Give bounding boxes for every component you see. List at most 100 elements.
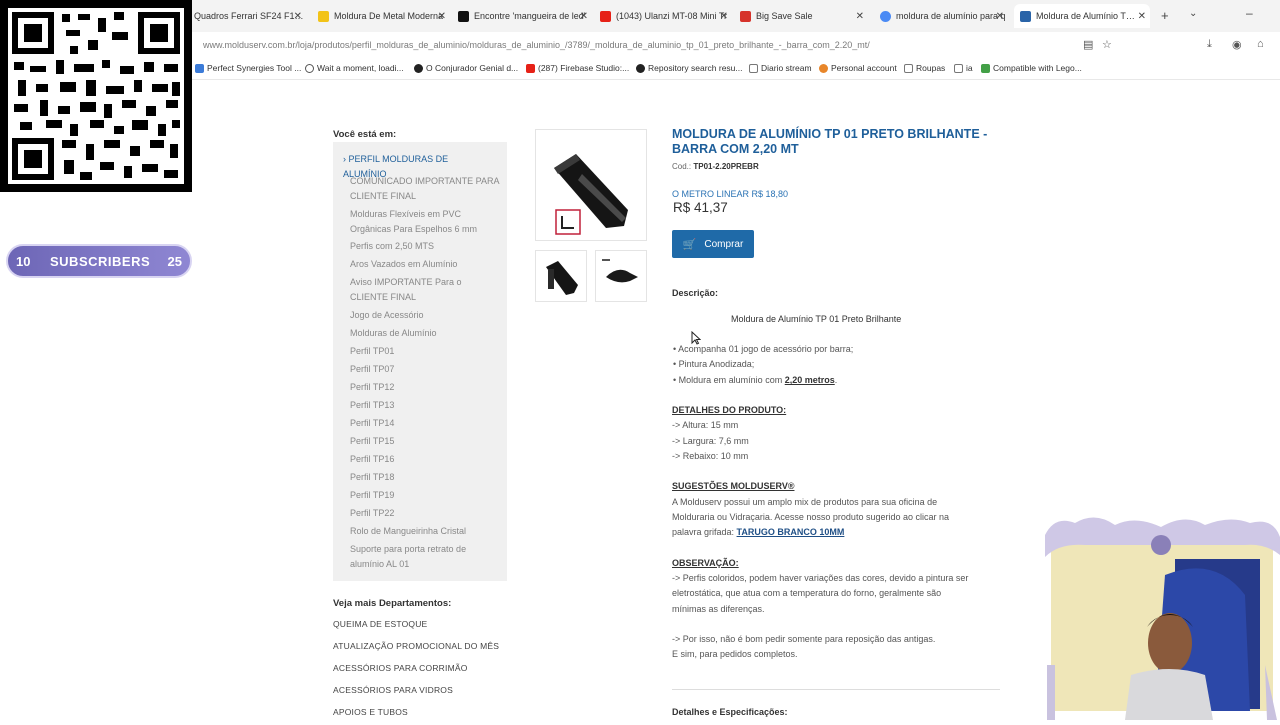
category-item[interactable]: Suporte para porta retrato de alumínio A… [350, 542, 500, 571]
category-item[interactable]: Perfil TP12 [350, 380, 500, 395]
category-item[interactable]: Perfil TP13 [350, 398, 500, 413]
suggestions-header: SUGESTÕES MOLDUSERV® [672, 481, 795, 491]
buy-button-label: Comprar [704, 238, 744, 250]
close-icon[interactable]: ✕ [438, 11, 446, 22]
bookmarks-bar: Perfect Synergies Tool ... Wait a moment… [0, 58, 1280, 80]
category-item[interactable]: Perfil TP14 [350, 416, 500, 431]
category-item[interactable]: Molduras de Alumínio [350, 326, 500, 341]
bookmark-label: Diario stream [761, 63, 812, 73]
browser-tab[interactable]: (1043) Ulanzi MT-08 Mini Tr ✕ [600, 4, 732, 28]
folder-icon [749, 63, 758, 73]
observation-text: -> Perfis coloridos, podem haver variaçõ… [672, 573, 969, 583]
detail-line: -> Largura: 7,6 mm [672, 436, 749, 446]
bookmark-item[interactable]: Personal account [819, 63, 897, 73]
folder-icon [904, 63, 913, 73]
description-label: Descrição: [672, 288, 719, 298]
category-item[interactable]: Molduras Flexíveis em PVC Orgânicas Para… [350, 207, 500, 236]
url-field[interactable]: www.molduserv.com.br/loja/produtos/perfi… [203, 40, 870, 50]
category-item[interactable]: Perfis com 2,50 MTS [350, 239, 500, 254]
product-thumbnail[interactable] [535, 250, 587, 302]
bookmark-label: Personal account [831, 63, 897, 73]
bookmark-item[interactable]: Repository search resu... [636, 63, 742, 73]
bookmark-label: Roupas [916, 63, 946, 73]
product-main-image[interactable] [535, 129, 647, 241]
category-item[interactable]: Jogo de Acessório [350, 308, 500, 323]
bookmark-item[interactable]: (287) Firebase Studio:... [526, 63, 629, 73]
suggested-product-link[interactable]: TARUGO BRANCO 10MM [737, 527, 845, 537]
department-link[interactable]: ATUALIZAÇÃO PROMOCIONAL DO MÊS [333, 641, 499, 651]
browser-tab[interactable]: Quadros Ferrari SF24 F1 Lego ✕ [194, 4, 306, 28]
bookmark-item[interactable]: Diario stream [749, 63, 812, 73]
close-icon[interactable]: ✕ [580, 11, 588, 22]
profile-bar-image [554, 154, 628, 235]
qr-code-icon [8, 8, 184, 184]
subscriber-label: SUBSCRIBERS [50, 253, 151, 269]
product-code-value: TP01-2.20PREBR [693, 162, 759, 171]
tab-list-chevron-icon[interactable]: ⌄ [1189, 8, 1197, 19]
buy-button[interactable]: 🛒 Comprar [672, 230, 754, 258]
category-item[interactable]: Perfil TP22 [350, 506, 500, 521]
extensions-icon[interactable]: ⌂ [1257, 38, 1264, 50]
category-item[interactable]: Aros Vazados em Alumínio [350, 257, 500, 272]
bullet-bold-text: 2,20 metros [784, 375, 835, 385]
product-code-label: Cod.: [672, 162, 692, 171]
category-item[interactable]: Rolo de Mangueirinha Cristal [350, 524, 500, 539]
bookmark-icon [819, 63, 828, 73]
department-link[interactable]: ACESSÓRIOS PARA CORRIMÃO [333, 663, 468, 673]
category-item[interactable]: Perfil TP18 [350, 470, 500, 485]
suggestions-text: Moldurariа ou Vidraçaria. Acesse nosso p… [672, 512, 949, 522]
browser-tab[interactable]: moldura de alumínio para q ✕ [880, 4, 1008, 28]
download-icon[interactable]: ⤓ [1207, 38, 1212, 51]
tab-label: Moldura de Alumínio TP 01 [1036, 11, 1136, 21]
observation-text: -> Por isso, não é bom pedir somente par… [672, 634, 936, 644]
department-link[interactable]: QUEIMA DE ESTOQUE [333, 619, 427, 629]
tab-favicon-icon [1020, 10, 1031, 22]
bookmark-item[interactable]: ia [954, 63, 973, 73]
new-tab-icon[interactable]: + [1161, 8, 1169, 23]
category-item[interactable]: COMUNICADO IMPORTANTE PARA CLIENTE FINAL [350, 174, 500, 203]
webcam-overlay [1045, 515, 1280, 720]
bookmark-label: Wait a moment, loadi... [317, 63, 404, 73]
observation-text: E sim, para pedidos completos. [672, 649, 798, 659]
product-title: MOLDURA DE ALUMÍNIO TP 01 PRETO BRILHANT… [672, 127, 988, 156]
bullet-text: • Moldura em alumínio com [673, 375, 785, 385]
description-bullet: • Pintura Anodizada; [673, 359, 755, 369]
close-icon[interactable]: ✕ [856, 11, 864, 22]
bookmark-item[interactable]: Compatible with Lego... [981, 63, 1082, 73]
browser-tab[interactable]: Moldura De Metal Moderna ✕ [318, 4, 450, 28]
product-thumbnail[interactable] [595, 250, 647, 302]
star-icon[interactable]: ☆ [1102, 38, 1112, 51]
bookmark-icon [981, 63, 990, 73]
address-bar: www.molduserv.com.br/loja/produtos/perfi… [0, 32, 1280, 58]
category-item[interactable]: Aviso IMPORTANTE Para o CLIENTE FINAL [350, 275, 500, 304]
category-item[interactable]: Perfil TP19 [350, 488, 500, 503]
browser-tab[interactable]: Big Save Sale ✕ [740, 4, 868, 28]
browser-tab[interactable]: Encontre 'mangueira de led' ✕ [458, 4, 592, 28]
close-icon[interactable]: ✕ [720, 11, 728, 22]
suggestions-prefix: palavra grifada: [672, 527, 737, 537]
reader-mode-icon[interactable]: ▤ [1083, 38, 1093, 51]
profile-icon[interactable]: ◉ [1232, 38, 1242, 51]
close-icon[interactable]: ✕ [996, 11, 1004, 22]
close-icon[interactable]: ✕ [294, 11, 302, 22]
subscriber-goal-widget: 10 SUBSCRIBERS 25 [6, 244, 192, 278]
bookmark-item[interactable]: Roupas [904, 63, 945, 73]
browser-tab-active[interactable]: Moldura de Alumínio TP 01 ✕ [1014, 4, 1150, 28]
bookmark-item[interactable]: Perfect Synergies Tool ... [195, 63, 301, 73]
description-heading: Moldura de Alumínio TP 01 Preto Brilhant… [731, 314, 902, 324]
category-item[interactable]: Perfil TP15 [350, 434, 500, 449]
bookmark-item[interactable]: Wait a moment, loadi... [305, 63, 404, 73]
category-item[interactable]: Perfil TP16 [350, 452, 500, 467]
bookmark-label: Repository search resu... [648, 63, 743, 73]
cart-icon: 🛒 [682, 238, 697, 251]
minimize-icon[interactable]: – [1246, 6, 1253, 20]
bookmark-item[interactable]: O Conjurador Genial d... [414, 63, 518, 73]
department-link[interactable]: ACESSÓRIOS PARA VIDROS [333, 685, 453, 695]
close-icon[interactable]: ✕ [1138, 11, 1146, 22]
department-link[interactable]: APOIOS E TUBOS [333, 707, 408, 717]
tab-label: Encontre 'mangueira de led' [474, 11, 586, 21]
bookmark-label: O Conjurador Genial d... [426, 63, 519, 73]
category-item[interactable]: Perfil TP01 [350, 344, 500, 359]
category-item[interactable]: Perfil TP07 [350, 362, 500, 377]
product-price: R$ 41,37 [673, 200, 728, 215]
